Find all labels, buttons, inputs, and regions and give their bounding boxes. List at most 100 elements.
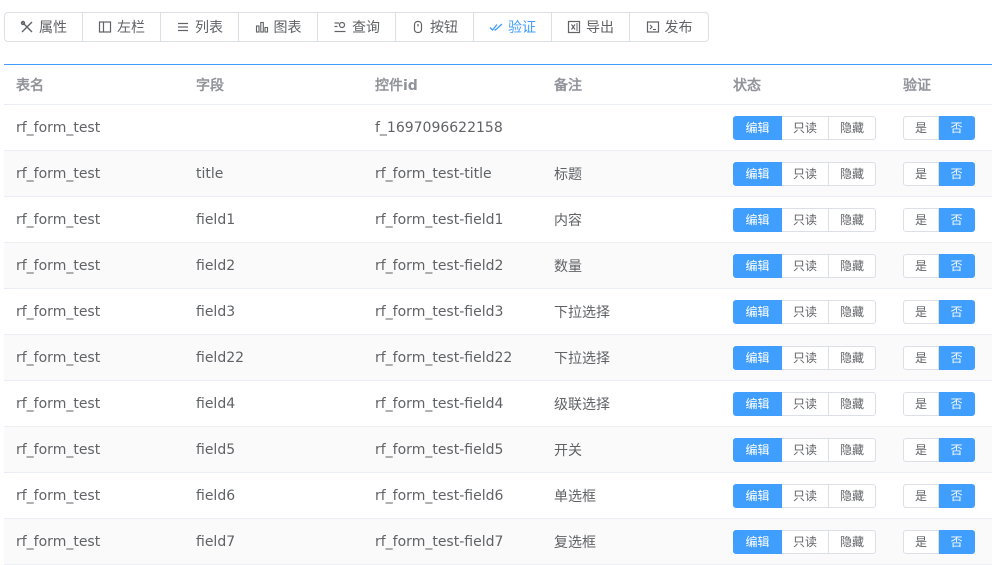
table-row: rf_form_test field22 rf_form_test-field22 下… [4,335,992,381]
cell-status: 编辑 只读 隐藏 [721,345,891,370]
verify-option-no[interactable]: 否 [939,115,975,140]
status-option-hidden[interactable]: 隐藏 [829,391,876,416]
table-row: rf_form_test title rf_form_test-title 标题 编辑只… [4,151,992,197]
status-option-edit[interactable]: 编辑 [733,253,782,278]
status-radio-group: 编辑 只读 隐藏 [733,207,891,232]
verify-option-yes[interactable]: 是 [903,115,939,140]
status-option-hidden[interactable]: 隐藏 [829,207,876,232]
toolbar-left-panel-button[interactable]: 左栏 [83,13,161,41]
cell-table-name: rf_form_test [16,303,101,320]
cell-field: field2 [196,257,236,274]
cell-control-id: f_1697096622158 [375,119,503,136]
status-radio-group: 编辑 只读 隐藏 [733,437,891,462]
status-option-edit[interactable]: 编辑 [733,299,782,324]
double-check-icon [489,20,503,34]
verify-radio-group: 是否 [903,391,992,416]
verify-option-yes[interactable]: 是 [903,253,939,278]
verify-option-yes[interactable]: 是 [903,437,939,462]
status-option-hidden[interactable]: 隐藏 [829,299,876,324]
tools-icon [20,20,34,34]
status-option-edit[interactable]: 编辑 [733,345,782,370]
status-option-hidden[interactable]: 隐藏 [829,529,876,554]
cell-control-id: rf_form_test-field5 [375,441,504,458]
toolbar-label: 列表 [195,20,223,36]
toolbar-publish-button[interactable]: 发布 [630,13,708,41]
verify-option-no[interactable]: 否 [939,161,975,186]
cell-remark: 下拉选择 [554,304,610,321]
cell-table-name: rf_form_test [16,349,101,366]
toolbar-chart-button[interactable]: 图表 [239,13,318,41]
toolbar-properties-button[interactable]: 属性 [5,13,83,41]
header-remark: 备注 [554,77,582,94]
header-verify: 验证 [903,77,931,94]
cell-status: 编辑 只读 隐藏 [721,161,891,186]
status-option-edit[interactable]: 编辑 [733,391,782,416]
table-header: 表名 字段 控件id 备注 状态 验证 [4,65,992,105]
status-option-edit[interactable]: 编辑 [733,161,782,186]
verify-option-no[interactable]: 否 [939,207,975,232]
table-row: rf_form_test f_1697096622158 编辑 只读 隐藏是否 [4,105,992,151]
status-option-edit[interactable]: 编辑 [733,529,782,554]
verify-option-no[interactable]: 否 [939,437,975,462]
status-option-readonly[interactable]: 只读 [782,253,829,278]
verify-radio-group: 是否 [903,115,992,140]
status-option-hidden[interactable]: 隐藏 [829,253,876,278]
status-option-hidden[interactable]: 隐藏 [829,345,876,370]
status-option-edit[interactable]: 编辑 [733,437,782,462]
cell-status: 编辑 只读 隐藏 [721,253,891,278]
toolbar-button-button[interactable]: 按钮 [396,13,474,41]
status-option-edit[interactable]: 编辑 [733,115,782,140]
status-option-readonly[interactable]: 只读 [782,437,829,462]
verify-option-no[interactable]: 否 [939,529,975,554]
status-option-readonly[interactable]: 只读 [782,345,829,370]
status-option-hidden[interactable]: 隐藏 [829,115,876,140]
cell-field: field4 [196,395,236,412]
cell-verify: 是否 [891,391,992,416]
status-option-edit[interactable]: 编辑 [733,207,782,232]
cell-remark: 开关 [554,442,582,459]
toolbar-validate-button[interactable]: 验证 [474,13,552,41]
status-option-readonly[interactable]: 只读 [782,207,829,232]
left-panel-icon [98,20,112,34]
verify-option-yes[interactable]: 是 [903,529,939,554]
status-option-hidden[interactable]: 隐藏 [829,161,876,186]
toolbar-export-button[interactable]: 导出 [552,13,630,41]
verify-option-no[interactable]: 否 [939,345,975,370]
status-option-readonly[interactable]: 只读 [782,299,829,324]
cell-table-name: rf_form_test [16,441,101,458]
verify-option-yes[interactable]: 是 [903,483,939,508]
cell-field: field5 [196,441,236,458]
cell-control-id: rf_form_test-field7 [375,533,504,550]
cell-field: field6 [196,487,236,504]
verify-radio-group: 是否 [903,161,992,186]
cell-status: 编辑 只读 隐藏 [721,437,891,462]
verify-option-no[interactable]: 否 [939,483,975,508]
status-option-hidden[interactable]: 隐藏 [829,437,876,462]
toolbar: 属性 左栏 列表 图表 查询 按钮 验证 导出 发布 [4,12,709,42]
status-option-readonly[interactable]: 只读 [782,529,829,554]
cell-remark: 内容 [554,212,582,229]
status-option-readonly[interactable]: 只读 [782,483,829,508]
toolbar-list-button[interactable]: 列表 [161,13,239,41]
status-radio-group: 编辑 只读 隐藏 [733,483,891,508]
table-row: rf_form_test field7 rf_form_test-field7 复选框… [4,519,992,565]
cell-remark: 级联选择 [554,396,610,413]
status-option-readonly[interactable]: 只读 [782,115,829,140]
verify-option-yes[interactable]: 是 [903,345,939,370]
verify-option-no[interactable]: 否 [939,253,975,278]
status-option-edit[interactable]: 编辑 [733,483,782,508]
verify-option-no[interactable]: 否 [939,299,975,324]
verify-option-yes[interactable]: 是 [903,161,939,186]
status-option-hidden[interactable]: 隐藏 [829,483,876,508]
verify-option-no[interactable]: 否 [939,391,975,416]
verify-option-yes[interactable]: 是 [903,391,939,416]
status-option-readonly[interactable]: 只读 [782,161,829,186]
verify-option-yes[interactable]: 是 [903,299,939,324]
cell-status: 编辑 只读 隐藏 [721,207,891,232]
verify-option-yes[interactable]: 是 [903,207,939,232]
toolbar-query-button[interactable]: 查询 [318,13,396,41]
status-radio-group: 编辑 只读 隐藏 [733,161,891,186]
cell-control-id: rf_form_test-field22 [375,349,513,366]
status-option-readonly[interactable]: 只读 [782,391,829,416]
verify-radio-group: 是否 [903,483,992,508]
